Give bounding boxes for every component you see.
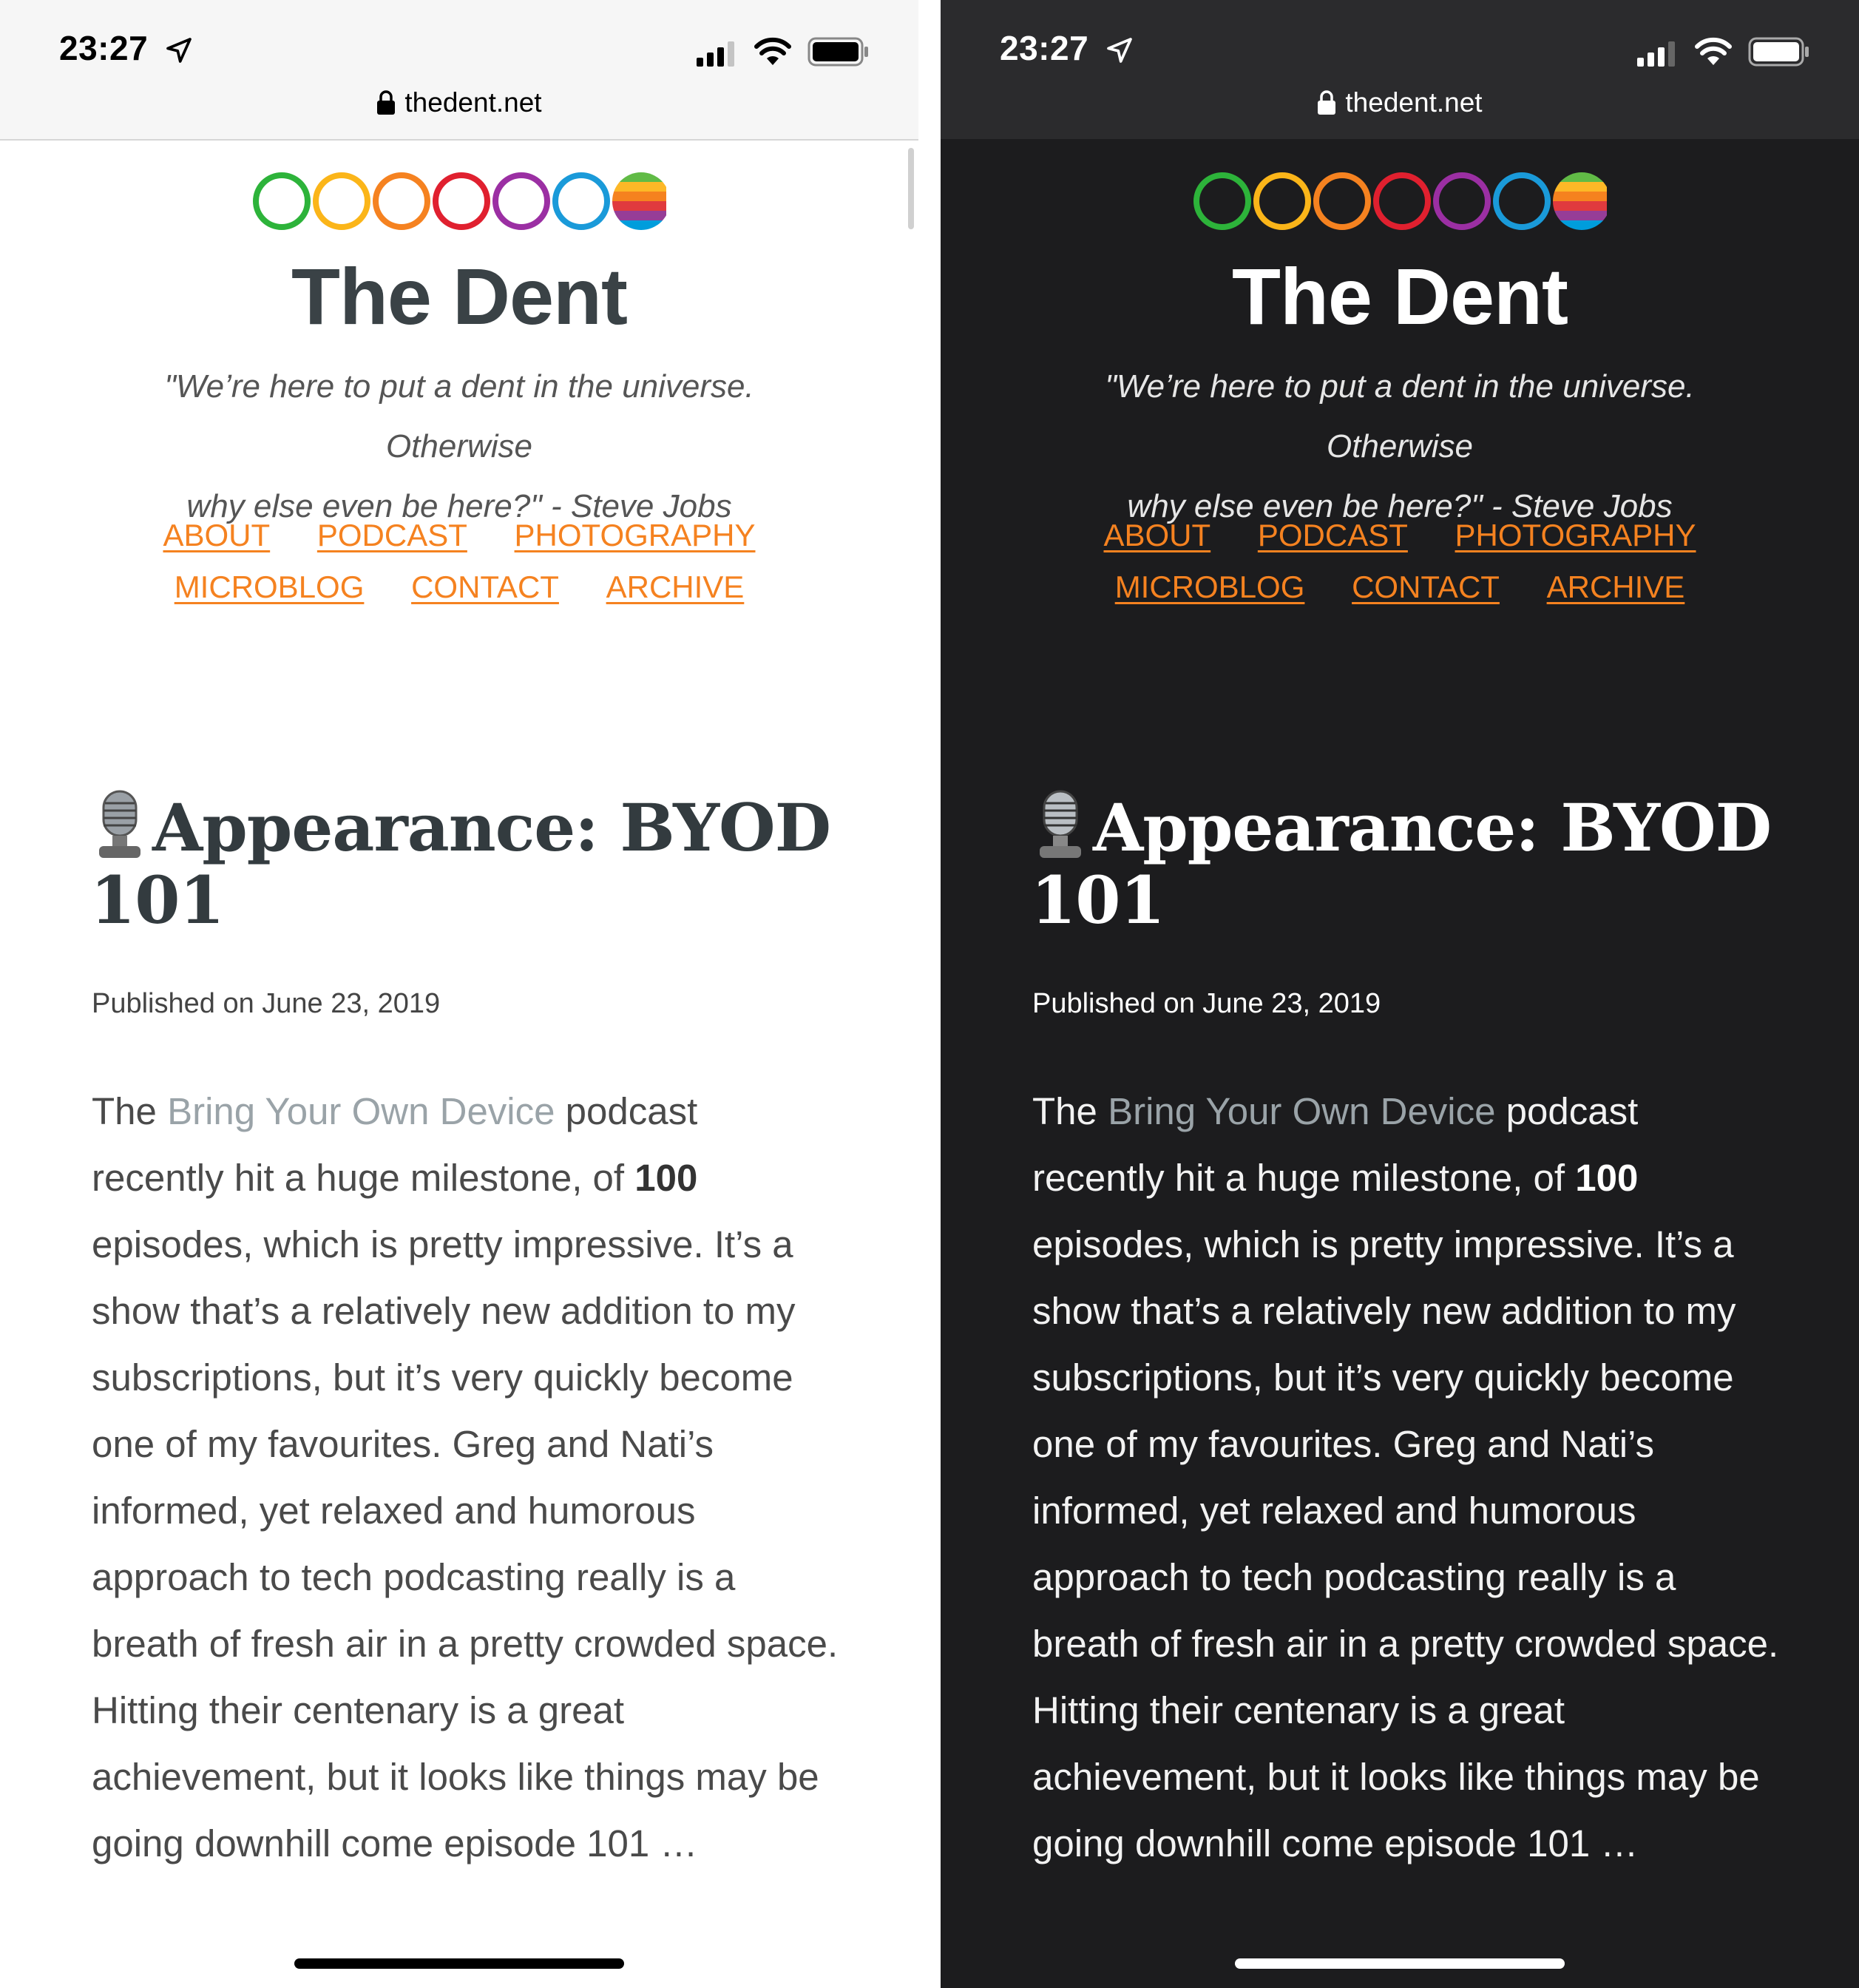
post-title[interactable]: Appearance: BYOD 101 [90,790,859,936]
cellular-signal-icon [697,41,734,67]
logo-ring [433,172,490,230]
status-icons [697,33,874,70]
wifi-icon [754,37,791,65]
logo-ring [1193,172,1251,230]
address-bar[interactable]: thedent.net [0,87,918,124]
logo-ring [1433,172,1491,230]
post-title-line-1: Appearance: BYOD [152,789,831,866]
lock-icon [377,90,396,115]
location-arrow-icon [166,38,192,63]
nav-link-podcast[interactable]: PODCAST [317,518,467,552]
site-tagline: "We’re here to put a dent in the univers… [1029,356,1770,536]
body-text: The [1032,1090,1108,1132]
battery-icon [1748,37,1809,67]
byod-podcast-link[interactable]: Bring Your Own Device [1108,1090,1495,1132]
status-time: 23:27 [59,29,149,67]
logo-stripe [1553,192,1607,202]
site-title[interactable]: The Dent [941,250,1859,342]
post-date: Published on June 23, 2019 [1032,988,1381,1019]
nav-link-podcast[interactable]: PODCAST [1258,518,1408,552]
byod-podcast-link[interactable]: Bring Your Own Device [167,1090,555,1132]
logo-rainbow-disc [612,172,666,230]
post-title[interactable]: Appearance: BYOD 101 [1031,790,1800,936]
logo-ring [492,172,550,230]
logo-stripe [612,172,666,183]
nav-link-archive[interactable]: ARCHIVE [606,569,745,604]
logo-ring [1313,172,1371,230]
site-logo[interactable] [0,172,918,231]
nav-link-about[interactable]: ABOUT [1103,518,1210,552]
body-bold-number: 100 [1575,1157,1639,1199]
home-indicator[interactable] [294,1958,624,1969]
logo-stripe [1553,211,1607,221]
microphone-icon [99,790,140,858]
microphone-icon [1040,790,1081,858]
logo-stripe [1553,172,1607,183]
address-bar[interactable]: thedent.net [941,87,1859,124]
logo-stripe [612,192,666,202]
post-body: The Bring Your Own Device podcast recent… [1032,1078,1779,1877]
logo-stripe [612,220,666,230]
nav-link-photography[interactable]: PHOTOGRAPHY [1455,518,1696,552]
status-time: 23:27 [1000,29,1089,67]
post-title-line-1: Appearance: BYOD [1093,789,1772,866]
body-bold-number: 100 [634,1157,698,1199]
logo-stripe [612,211,666,221]
nav-link-about[interactable]: ABOUT [163,518,270,552]
screenshot-divider [918,0,941,1988]
nav-row-2: MICROBLOG CONTACT ARCHIVE [0,569,918,605]
logo-ring [313,172,370,230]
site-tagline: "We’re here to put a dent in the univers… [89,356,830,536]
logo-stripe [612,182,666,192]
logo-ring [1493,172,1551,230]
battery-icon [807,37,868,67]
wifi-icon [1695,37,1732,65]
logo-ring [373,172,430,230]
light-mode-screenshot: 23:27 thedent.net The Dent "We’re here t… [0,0,918,1988]
status-icons [1637,33,1815,70]
nav-link-microblog[interactable]: MICROBLOG [175,569,365,604]
rainbow-rings-logo-icon [253,172,666,230]
nav-link-photography[interactable]: PHOTOGRAPHY [515,518,756,552]
logo-ring [552,172,610,230]
nav-row-1: ABOUT PODCAST PHOTOGRAPHY [941,518,1859,553]
post-date: Published on June 23, 2019 [92,988,441,1019]
post-body: The Bring Your Own Device podcast recent… [92,1078,839,1877]
site-logo[interactable] [941,172,1859,231]
logo-ring [1253,172,1311,230]
url-text: thedent.net [404,87,542,118]
browser-top-bar: 23:27 thedent.net [0,0,918,141]
location-arrow-icon [1107,38,1132,63]
browser-top-bar: 23:27 thedent.net [941,0,1859,139]
nav-link-contact[interactable]: CONTACT [1352,569,1500,604]
dark-mode-screenshot: 23:27 thedent.net The Dent "We’re here t… [941,0,1859,1988]
site-title[interactable]: The Dent [0,250,918,342]
body-text: episodes, which is pretty impressive. It… [92,1223,839,1864]
tagline-line-1: "We’re here to put a dent in the univers… [1105,368,1695,464]
body-text: The [92,1090,168,1132]
logo-stripe [1553,220,1607,230]
rainbow-rings-logo-icon [1193,172,1607,230]
logo-stripe [1553,182,1607,192]
post-title-line-2: 101 [90,862,225,939]
logo-stripe [612,201,666,212]
post-title-line-2: 101 [1031,862,1165,939]
nav-link-microblog[interactable]: MICROBLOG [1115,569,1305,604]
nav-row-2: MICROBLOG CONTACT ARCHIVE [941,569,1859,605]
logo-rainbow-disc [1553,172,1607,230]
nav-row-1: ABOUT PODCAST PHOTOGRAPHY [0,518,918,553]
nav-link-contact[interactable]: CONTACT [411,569,559,604]
url-text: thedent.net [1345,87,1483,118]
logo-ring [253,172,311,230]
lock-icon [1318,90,1336,115]
body-text: episodes, which is pretty impressive. It… [1032,1223,1779,1864]
cellular-signal-icon [1637,41,1675,67]
nav-link-archive[interactable]: ARCHIVE [1547,569,1685,604]
logo-ring [1373,172,1431,230]
logo-stripe [1553,201,1607,212]
tagline-line-1: "We’re here to put a dent in the univers… [164,368,754,464]
home-indicator[interactable] [1235,1958,1565,1969]
